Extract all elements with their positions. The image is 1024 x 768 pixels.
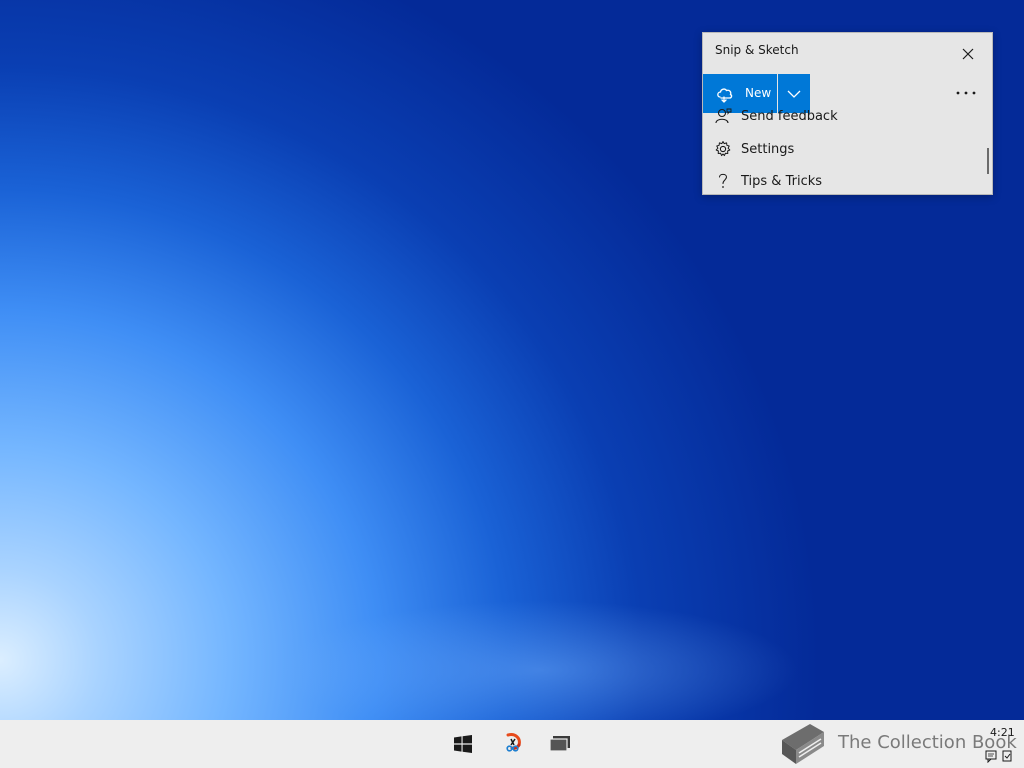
question-icon	[713, 171, 733, 191]
task-view-button[interactable]	[546, 730, 574, 758]
menu-item-send-feedback[interactable]: Send feedback	[703, 101, 987, 131]
close-icon	[962, 48, 974, 60]
snip-sketch-taskbar-button[interactable]	[498, 730, 526, 758]
task-view-icon	[549, 736, 570, 752]
clock[interactable]: 4:21	[990, 726, 1015, 739]
menu-item-label: Tips & Tricks	[741, 173, 823, 189]
menu-scrollbar[interactable]	[987, 148, 989, 174]
menu-item-settings[interactable]: Settings	[703, 134, 987, 164]
snip-sketch-app-icon	[506, 733, 521, 752]
menu-item-label: Settings	[741, 141, 795, 157]
chevron-down-icon	[787, 90, 801, 98]
book-icon	[782, 724, 824, 764]
taskbar: The Collection Book 4:21	[0, 720, 1024, 768]
feedback-icon	[713, 106, 733, 126]
window-title: Snip & Sketch	[715, 43, 799, 57]
menu-item-label: Send feedback	[741, 108, 838, 124]
notification-area[interactable]	[984, 748, 1020, 764]
gear-icon	[713, 139, 733, 159]
watermark: The Collection Book	[772, 720, 1017, 768]
close-button[interactable]	[956, 43, 980, 65]
menu-item-tips-tricks[interactable]: Tips & Tricks	[703, 166, 987, 194]
start-button[interactable]	[449, 730, 477, 758]
more-icon	[956, 91, 976, 95]
new-button-label: New	[745, 86, 772, 100]
wallpaper-glow	[280, 600, 800, 720]
windows-start-icon	[454, 735, 472, 753]
snip-sketch-window: Snip & Sketch New Send feedback Settings…	[702, 32, 993, 195]
more-options-menu: Send feedback Settings Tips & Tricks	[703, 109, 987, 194]
action-center-icon	[985, 750, 1012, 764]
